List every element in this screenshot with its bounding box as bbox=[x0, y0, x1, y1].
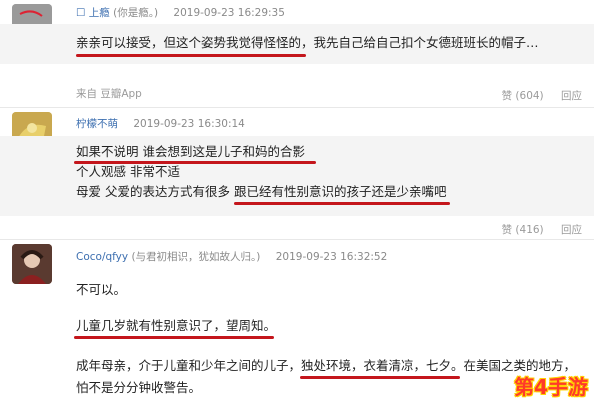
comment-actions: 赞 (416) 回应 bbox=[488, 222, 582, 237]
divider bbox=[0, 239, 594, 240]
user-name[interactable]: Coco/qfyy bbox=[76, 251, 128, 263]
comment-text: 如果不说明 谁会想到这是儿子和妈的合影 bbox=[76, 144, 305, 159]
user-note: (你是瘾。) bbox=[113, 7, 159, 19]
comment-text: 个人观感 非常不适 bbox=[76, 164, 180, 179]
highlight-underline bbox=[300, 376, 460, 379]
comment-time: 2019-09-23 16:30:14 bbox=[133, 118, 245, 130]
user-note: (与君初相识，犹如故人归。) bbox=[131, 251, 261, 263]
like-button[interactable]: 赞 (416) bbox=[502, 224, 544, 236]
divider bbox=[0, 107, 594, 108]
user-name[interactable]: ☐ 上瘾 bbox=[76, 7, 110, 19]
comment-text: 怕不是分分钟收警告。 bbox=[76, 380, 202, 395]
comment-text-highlight: 跟已经有性别意识的孩子还是少亲嘴吧 bbox=[233, 184, 447, 199]
comment-meta: ☐ 上瘾 (你是瘾。) 2019-09-23 16:29:35 bbox=[76, 5, 285, 20]
avatar[interactable] bbox=[12, 244, 52, 284]
comment-meta: Coco/qfyy (与君初相识，犹如故人归。) 2019-09-23 16:3… bbox=[76, 249, 387, 264]
highlight-underline bbox=[76, 54, 306, 57]
comment-text: 成年母亲，介于儿童和少年之间的儿子，独处环境，衣着清凉，七夕。在美国之类的地方， bbox=[76, 358, 577, 373]
comment-time: 2019-09-23 16:29:35 bbox=[173, 7, 285, 19]
highlight-underline bbox=[74, 336, 274, 339]
comment-time: 2019-09-23 16:32:52 bbox=[275, 251, 388, 263]
reply-button[interactable]: 回应 bbox=[561, 224, 582, 236]
comment-text: 儿童几岁就有性别意识了，望周知。 bbox=[76, 318, 277, 333]
comment-text: 母爱 父爱的表达方式有很多 跟已经有性别意识的孩子还是少亲嘴吧 bbox=[76, 183, 446, 201]
user-name[interactable]: 柠檬不萌 bbox=[76, 118, 118, 130]
comment-text: 不可以。 bbox=[76, 282, 127, 297]
comment-meta: 柠檬不萌 2019-09-23 16:30:14 bbox=[76, 116, 245, 131]
site-watermark: 第4手游 bbox=[514, 375, 588, 399]
comment-text: 亲亲可以接受，但这个姿势我觉得怪怪的，我先自己给自己扣个女德班班长的帽子… bbox=[76, 35, 539, 50]
source-label: 来自 豆瓣App bbox=[76, 88, 142, 100]
comment-actions: 赞 (604) 回应 bbox=[488, 88, 582, 103]
like-button[interactable]: 赞 (604) bbox=[502, 90, 544, 102]
highlight-underline bbox=[234, 202, 450, 205]
reply-button[interactable]: 回应 bbox=[561, 90, 582, 102]
avatar-image bbox=[12, 244, 52, 284]
comment-text-part: 母爱 父爱的表达方式有很多 bbox=[76, 184, 234, 199]
